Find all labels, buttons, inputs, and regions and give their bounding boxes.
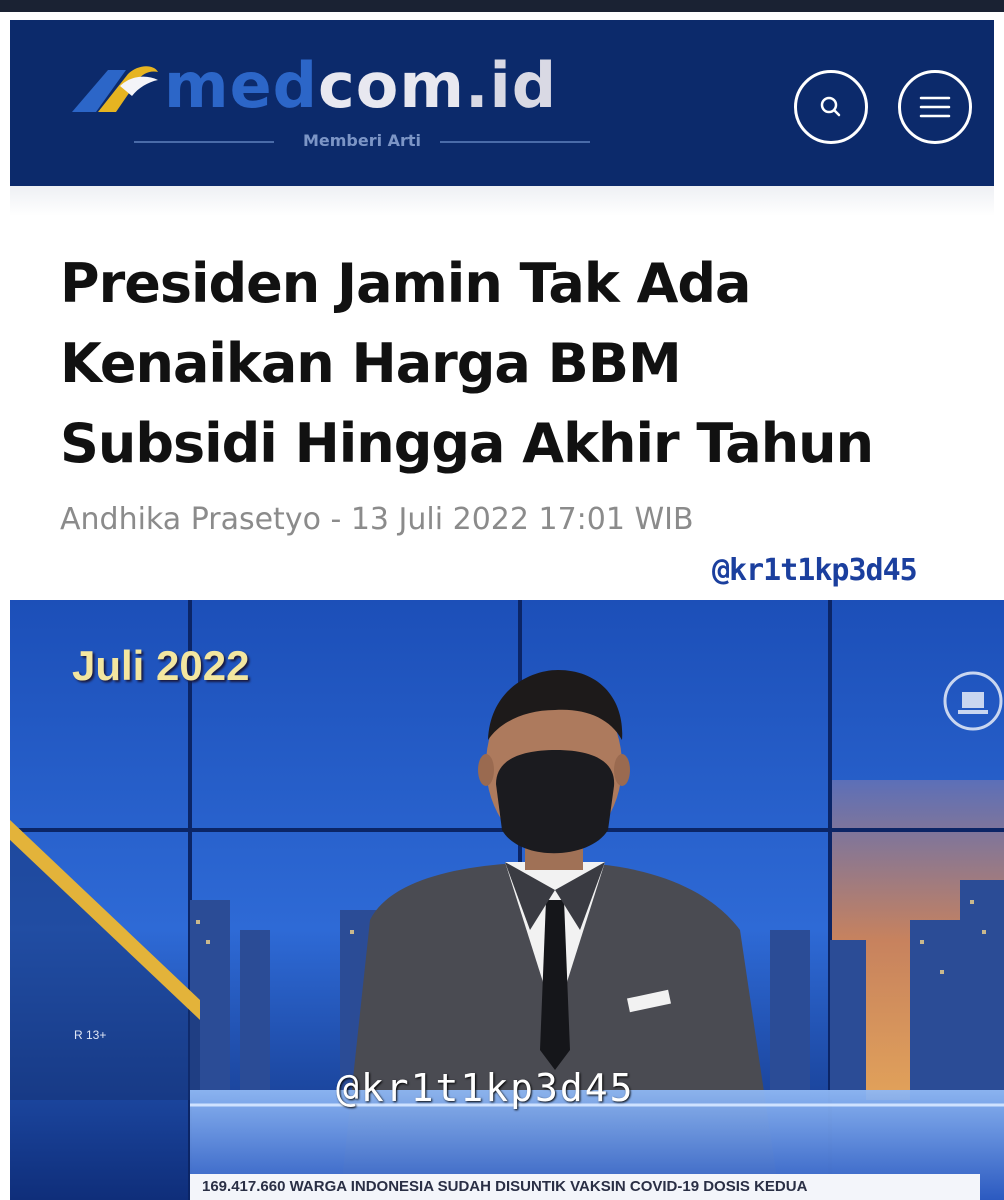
article-byline: Andhika Prasetyo - 13 Juli 2022 17:01 WI… — [60, 502, 694, 537]
site-logo[interactable]: medcom.id Memberi Arti — [68, 50, 590, 156]
search-icon — [820, 96, 841, 117]
headline-line: Subsidi Hingga Akhir Tahun — [60, 412, 874, 475]
tagline-rule-right — [440, 141, 590, 143]
logo-part-com: com — [318, 49, 465, 122]
logo-tagline-row: Memberi Arti — [134, 130, 590, 152]
channel-logo-icon — [943, 671, 1003, 731]
logo-part-med: med — [164, 49, 319, 122]
headline-line: Kenaikan Harga BBM — [60, 332, 682, 395]
video-player[interactable]: Juli 2022 R 13+ @kr1t1kp3d45 169.417.660… — [10, 600, 1004, 1200]
site-header: medcom.id Memberi Arti — [10, 20, 994, 186]
hamburger-menu-icon — [919, 96, 951, 118]
news-studio-scene — [10, 600, 1004, 1200]
menu-button[interactable] — [898, 70, 972, 144]
search-button[interactable] — [794, 70, 868, 144]
watermark-handle: @kr1t1kp3d45 — [712, 553, 918, 588]
logo-part-id: .id — [465, 49, 558, 122]
logo-wordmark: medcom.id — [164, 50, 557, 122]
article-headline: Presiden Jamin Tak Ada Kenaikan Harga BB… — [60, 244, 980, 484]
eagle-logo-icon — [72, 66, 158, 112]
headline-line: Presiden Jamin Tak Ada — [60, 252, 751, 315]
video-date-overlay: Juli 2022 — [72, 642, 250, 689]
header-shadow-strip — [10, 186, 994, 216]
video-watermark: @kr1t1kp3d45 — [336, 1066, 635, 1110]
status-bar-edge — [0, 0, 1004, 12]
content-rating-badge: R 13+ — [74, 1028, 107, 1042]
news-ticker: 169.417.660 WARGA INDONESIA SUDAH DISUNT… — [190, 1174, 980, 1200]
